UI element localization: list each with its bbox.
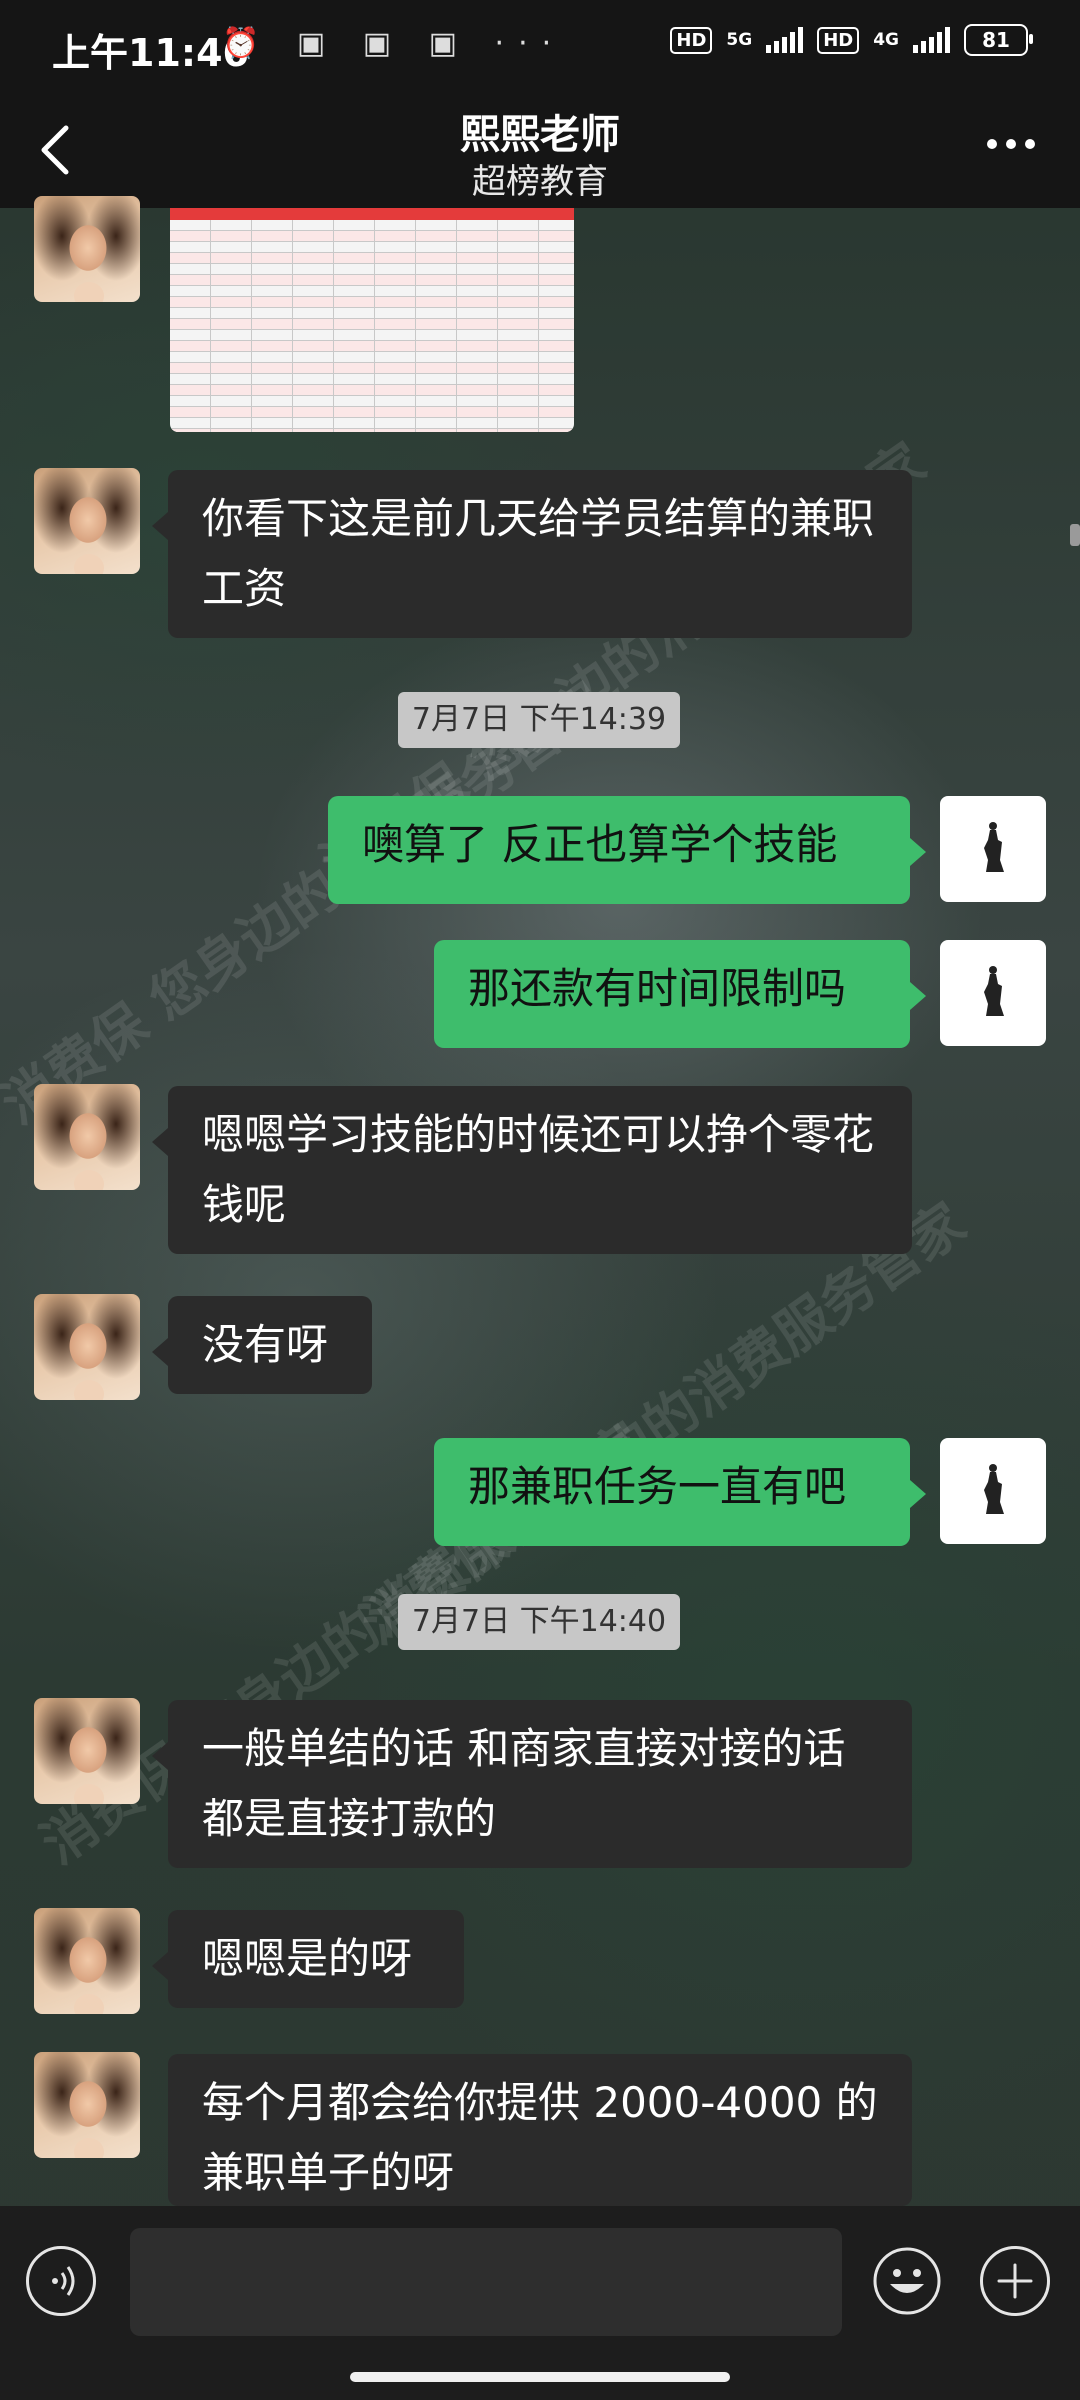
hd-icon: HD (817, 26, 860, 54)
voice-button[interactable] (26, 2246, 96, 2316)
sent-message[interactable]: 那兼职任务一直有吧 (434, 1438, 926, 1546)
signal-5g-icon (766, 27, 804, 53)
battery-level: 81 (982, 28, 1010, 52)
input-bar (0, 2206, 1080, 2400)
contact-avatar[interactable] (34, 1908, 140, 2014)
network-5g-label: 5G (726, 30, 753, 50)
contact-avatar[interactable] (34, 1084, 140, 1190)
contact-avatar[interactable] (34, 2052, 140, 2158)
more-functions-button[interactable] (980, 2246, 1050, 2316)
signal-4g-icon (913, 27, 950, 53)
hd-icon: HD (670, 26, 713, 54)
salary-sheet-image[interactable] (170, 208, 574, 432)
status-time: 上午11:46 (52, 31, 249, 75)
more-button[interactable] (976, 116, 1046, 176)
received-message[interactable]: 嗯嗯学习技能的时候还可以挣个零花钱呢 (152, 1086, 912, 1254)
network-4g-label: 4G (873, 30, 899, 50)
chat-header: 熙熙老师 超榜教育 (0, 96, 1080, 208)
user-avatar[interactable] (940, 796, 1046, 902)
contact-avatar[interactable] (34, 1698, 140, 1804)
battery-icon: 81 (964, 24, 1033, 56)
voice-icon (52, 2266, 75, 2296)
received-message[interactable]: 每个月都会给你提供 2000-4000 的兼职单子的呀 (168, 2054, 912, 2206)
more-notifications-icon: ··· (494, 26, 566, 61)
home-indicator[interactable] (350, 2372, 730, 2382)
message-input[interactable] (130, 2228, 842, 2336)
user-avatar[interactable] (940, 1438, 1046, 1544)
user-avatar-icon (984, 822, 1004, 872)
user-avatar[interactable] (940, 940, 1046, 1046)
message-timestamp: 7月7日 下午14:40 (398, 1594, 680, 1650)
notification-icons: ⏰ ▣ ▣ ▣ ··· (222, 26, 566, 61)
emoji-button[interactable] (872, 2246, 942, 2316)
received-message[interactable]: 一般单结的话 和商家直接对接的话 都是直接打款的 (152, 1700, 912, 1868)
received-message[interactable]: 嗯嗯是的呀 (152, 1910, 464, 2008)
sent-message[interactable]: 噢算了 反正也算学个技能 (328, 796, 926, 904)
more-dots-icon (987, 139, 1035, 149)
contact-name: 熙熙老师 (460, 112, 620, 158)
contact-subtitle: 超榜教育 (472, 162, 608, 202)
contact-avatar[interactable] (34, 196, 140, 302)
status-bar: 上午11:46 ⏰ ▣ ▣ ▣ ··· HD 5G HD 4G 81 (0, 0, 1080, 96)
plus-icon (997, 2263, 1033, 2299)
contact-avatar[interactable] (34, 1294, 140, 1400)
contact-avatar[interactable] (34, 468, 140, 574)
message-timestamp: 7月7日 下午14:39 (398, 692, 680, 748)
status-right: HD 5G HD 4G 81 (670, 24, 1033, 56)
user-avatar-icon (984, 1464, 1004, 1514)
scrollbar[interactable] (1070, 524, 1080, 546)
received-message[interactable]: 没有呀 (152, 1296, 372, 1394)
received-message[interactable]: 你看下这是前几天给学员结算的兼职工资 (152, 470, 912, 638)
sent-message[interactable]: 那还款有时间限制吗 (434, 940, 926, 1048)
emoji-icon (873, 2247, 941, 2315)
user-avatar-icon (984, 966, 1004, 1016)
